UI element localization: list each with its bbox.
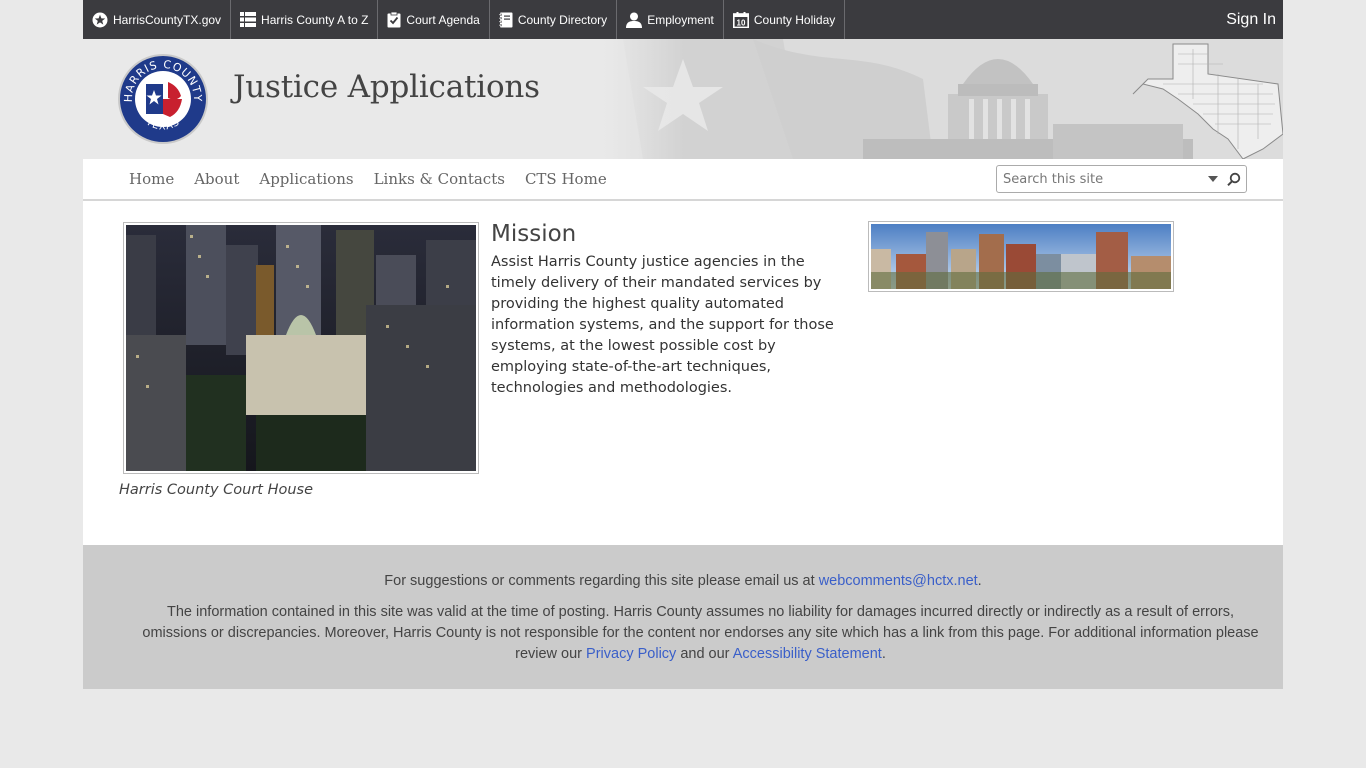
chevron-down-icon xyxy=(1208,176,1218,182)
search-input[interactable]: Search this site xyxy=(997,172,1204,187)
link-label: County Holiday xyxy=(753,12,836,27)
person-icon xyxy=(626,12,643,28)
nav-item-cts-home[interactable]: CTS Home xyxy=(525,170,607,188)
clipboard-check-icon xyxy=(387,11,401,27)
sign-in-link[interactable]: Sign In xyxy=(1226,0,1276,39)
link-employment[interactable]: Employment xyxy=(617,0,724,39)
photo-caption: Harris County Court House xyxy=(119,482,314,498)
footer-privacy-policy-link[interactable]: Privacy Policy xyxy=(586,646,676,662)
nav-item-links-contacts[interactable]: Links & Contacts xyxy=(374,170,505,188)
link-label: HarrisCountyTX.gov xyxy=(113,12,222,27)
main-content: Harris County Court House Mission Assist… xyxy=(83,201,1283,545)
footer-end-period: . xyxy=(881,646,886,662)
link-harriscountytx-gov[interactable]: HarrisCountyTX.gov xyxy=(83,0,232,39)
footer-accessibility-link[interactable]: Accessibility Statement xyxy=(733,646,882,662)
book-icon xyxy=(498,12,513,27)
link-county-holiday[interactable]: 10 County Holiday xyxy=(724,0,846,39)
link-court-agenda[interactable]: Court Agenda xyxy=(378,0,490,39)
link-a-to-z[interactable]: Harris County A to Z xyxy=(231,0,379,39)
mission-heading: Mission xyxy=(491,221,577,247)
star-circle-icon xyxy=(92,12,108,27)
skyline-photo xyxy=(868,221,1174,292)
search-box[interactable]: Search this site xyxy=(996,165,1247,193)
calendar-icon: 10 xyxy=(732,11,749,28)
footer-feedback-line: For suggestions or comments regarding th… xyxy=(83,573,1283,589)
svg-text:10: 10 xyxy=(736,18,745,27)
footer-feedback-text: For suggestions or comments regarding th… xyxy=(384,573,819,589)
site-title[interactable]: Justice Applications xyxy=(233,69,540,105)
houston-skyline-image xyxy=(871,224,1171,289)
footer-period: . xyxy=(977,573,982,589)
top-bar: HarrisCountyTX.gov Harris County A to Z … xyxy=(83,0,1283,39)
page-container: HarrisCountyTX.gov Harris County A to Z … xyxy=(83,0,1283,689)
courthouse-night-photo xyxy=(123,222,479,474)
footer-email-link[interactable]: webcomments@hctx.net xyxy=(819,573,978,589)
footer-and-our: and our xyxy=(676,646,733,662)
courthouse-texas-banner-art xyxy=(603,39,1283,159)
link-label: Harris County A to Z xyxy=(261,12,369,27)
list-icon xyxy=(240,12,257,27)
search-button[interactable] xyxy=(1222,166,1246,192)
mission-text: Assist Harris County justice agencies in… xyxy=(491,254,834,396)
nav-item-home[interactable]: Home xyxy=(129,170,174,188)
link-label: County Directory xyxy=(517,12,608,27)
site-footer: For suggestions or comments regarding th… xyxy=(83,545,1283,689)
main-nav: Home About Applications Links & Contacts… xyxy=(83,159,1283,201)
search-scope-dropdown[interactable] xyxy=(1204,166,1222,192)
nav-links: Home About Applications Links & Contacts… xyxy=(129,159,627,199)
site-banner: HARRIS COUNTY TEXAS Justice Applications xyxy=(83,39,1283,159)
link-label: Employment xyxy=(647,12,714,27)
nav-item-applications[interactable]: Applications xyxy=(259,170,353,188)
nav-item-about[interactable]: About xyxy=(194,170,239,188)
link-label: Court Agenda xyxy=(406,12,480,27)
search-icon xyxy=(1227,172,1241,186)
courthouse-night-image xyxy=(126,225,476,471)
footer-disclaimer: The information contained in this site w… xyxy=(138,602,1263,665)
link-county-directory[interactable]: County Directory xyxy=(490,0,618,39)
harris-county-seal-logo: HARRIS COUNTY TEXAS xyxy=(118,54,208,144)
